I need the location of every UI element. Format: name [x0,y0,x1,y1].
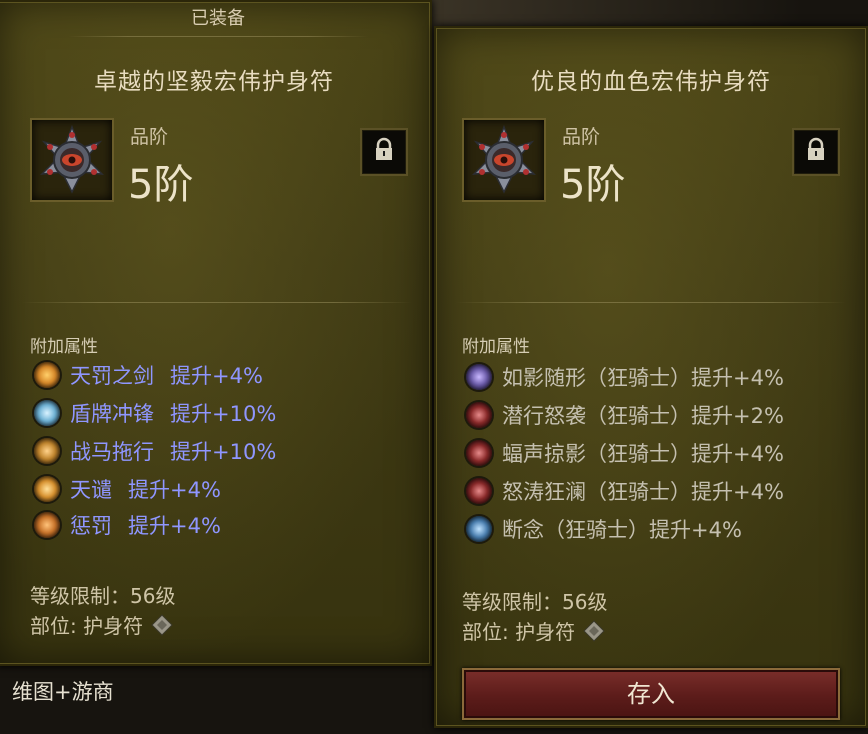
bottom-label: 维图+游商 [12,680,114,704]
divider [456,302,846,303]
item-title: 卓越的坚毅宏伟护身符 [94,69,334,95]
skill-icon [34,362,60,388]
affix-text: 怒涛狂澜（狂骑士）提升+4% [502,480,784,504]
affix-row: 如影随形（狂骑士）提升+4% [466,362,784,392]
slot-text: 部位: 护身符 [30,614,144,638]
lock-icon [376,137,392,160]
affix-text: 断念（狂骑士）提升+4% [502,518,742,542]
skill-icon [34,476,60,502]
affix-bonus: 提升+10% [170,440,277,464]
affix-name: 天谴 [70,478,112,502]
slot-line: 部位: 护身符 [462,616,605,645]
affix-text: 潜行怒袭（狂骑士）提升+2% [502,404,784,428]
slot-amulet-icon [151,613,173,636]
tier-label: 品阶 [130,126,169,148]
affix-row: 潜行怒袭（狂骑士）提升+2% [466,400,784,430]
affix-bonus: 提升+4% [128,478,221,502]
slot-amulet-icon [583,619,605,642]
skill-icon [466,516,492,542]
lock-button[interactable] [360,128,408,176]
affix-bonus: 提升+4% [170,364,263,388]
affix-row: 盾牌冲锋 提升+10% [34,398,276,428]
affix-row: 怒涛狂澜（狂骑士）提升+4% [466,476,784,506]
affix-header: 附加属性 [30,337,98,357]
affix-name: 战马拖行 [70,440,154,464]
affix-row: 蝠声掠影（狂骑士）提升+4% [466,438,784,468]
lock-button[interactable] [792,128,840,176]
compare-item-tooltip: 优良的血色宏伟护身符 品阶 5阶 附加属性 如影随形（狂骑士）提升+4% 潜行怒… [434,26,868,728]
divider [68,36,368,37]
affix-header: 附加属性 [462,337,530,357]
affix-bonus: 提升+4% [128,514,221,538]
item-title: 优良的血色宏伟护身符 [531,69,771,95]
skill-icon [466,364,492,390]
level-requirement: 等级限制：56级 [30,584,176,608]
affix-row: 天谴 提升+4% [34,474,221,504]
affix-row: 天罚之剑 提升+4% [34,360,263,390]
affix-row: 战马拖行 提升+10% [34,436,276,466]
store-button[interactable]: 存入 [462,668,840,720]
affix-bonus: 提升+10% [170,402,277,426]
tier-label: 品阶 [562,126,601,148]
affix-name: 天罚之剑 [70,364,154,388]
affix-name: 盾牌冲锋 [70,402,154,426]
affix-text: 如影随形（狂骑士）提升+4% [502,366,784,390]
affix-text: 蝠声掠影（狂骑士）提升+4% [502,442,784,466]
skill-icon [34,400,60,426]
equipped-item-tooltip: 已装备 卓越的坚毅宏伟护身符 品阶 5阶 附加属性 天罚之剑 提升+4% 盾牌冲… [0,0,432,666]
level-requirement: 等级限制：56级 [462,590,608,614]
tier-value: 5阶 [128,162,194,208]
affix-name: 惩罚 [70,514,112,538]
divider [22,302,412,303]
slot-line: 部位: 护身符 [30,610,173,639]
equipped-label: 已装备 [191,8,245,29]
tier-value: 5阶 [560,162,626,208]
skill-icon [34,512,60,538]
amulet-icon [30,118,114,202]
skill-icon [466,478,492,504]
affix-row: 断念（狂骑士）提升+4% [466,514,742,544]
skill-icon [466,402,492,428]
skill-icon [466,440,492,466]
lock-icon [808,137,824,160]
affix-row: 惩罚 提升+4% [34,510,221,540]
amulet-icon [462,118,546,202]
slot-text: 部位: 护身符 [462,620,576,644]
skill-icon [34,438,60,464]
